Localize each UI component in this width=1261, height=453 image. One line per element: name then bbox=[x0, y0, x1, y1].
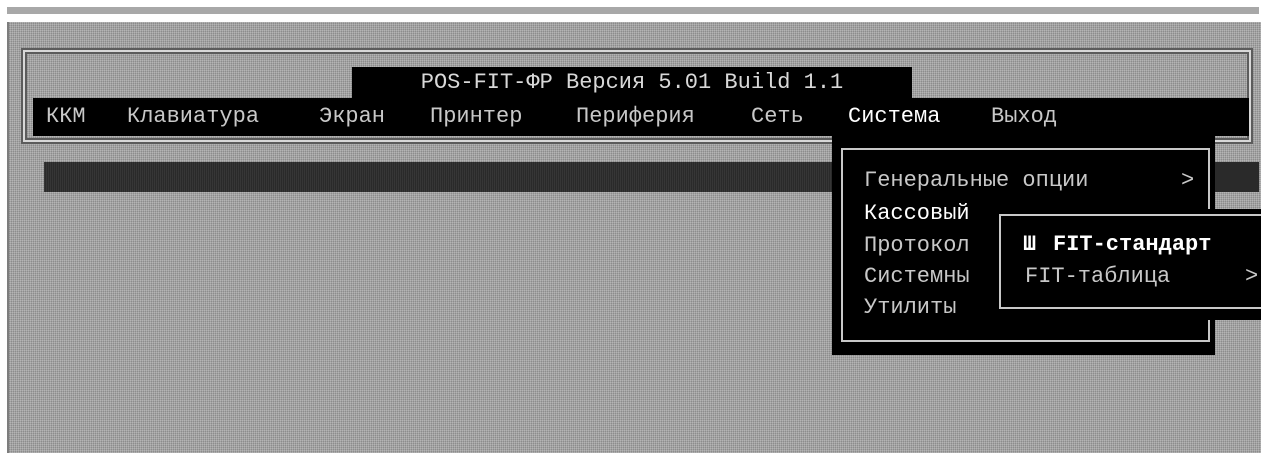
menu-screen[interactable]: Экран bbox=[319, 98, 385, 136]
dos-screen: POS-FIT-ФР Версия 5.01 Build 1.1 ККМ Кла… bbox=[0, 0, 1261, 453]
submenu-arrow-icon: > bbox=[1245, 264, 1259, 289]
submenu-item-fit-table[interactable]: FIT-таблица bbox=[1025, 261, 1170, 293]
menu-keyboard[interactable]: Клавиатура bbox=[127, 98, 259, 136]
menu-bar: ККМ Клавиатура Экран Принтер Периферия С… bbox=[33, 98, 1249, 136]
selected-marker-icon: Ш bbox=[1023, 232, 1037, 257]
menu-item-system[interactable]: Системны bbox=[864, 261, 970, 293]
submenu-arrow-icon: > bbox=[1181, 168, 1195, 193]
status-row-right bbox=[1212, 162, 1259, 192]
menu-peripherals[interactable]: Периферия bbox=[576, 98, 695, 136]
menu-system[interactable]: Система bbox=[848, 98, 940, 136]
menu-exit[interactable]: Выход bbox=[991, 98, 1057, 136]
menu-network[interactable]: Сеть bbox=[751, 98, 804, 136]
menu-printer[interactable]: Принтер bbox=[430, 98, 522, 136]
top-strip bbox=[7, 7, 1259, 14]
menu-item-utilities[interactable]: Утилиты bbox=[864, 292, 956, 324]
menu-kkm[interactable]: ККМ bbox=[46, 98, 86, 136]
status-row bbox=[44, 162, 836, 192]
menu-item-general-options[interactable]: Генеральные опции bbox=[864, 165, 1088, 197]
menu-item-protocol[interactable]: Протокол bbox=[864, 230, 970, 262]
submenu-item-fit-standard[interactable]: FIT-стандарт bbox=[1053, 229, 1211, 261]
app-title: POS-FIT-ФР Версия 5.01 Build 1.1 bbox=[352, 67, 912, 98]
menu-item-cash[interactable]: Кассовый bbox=[864, 198, 970, 230]
